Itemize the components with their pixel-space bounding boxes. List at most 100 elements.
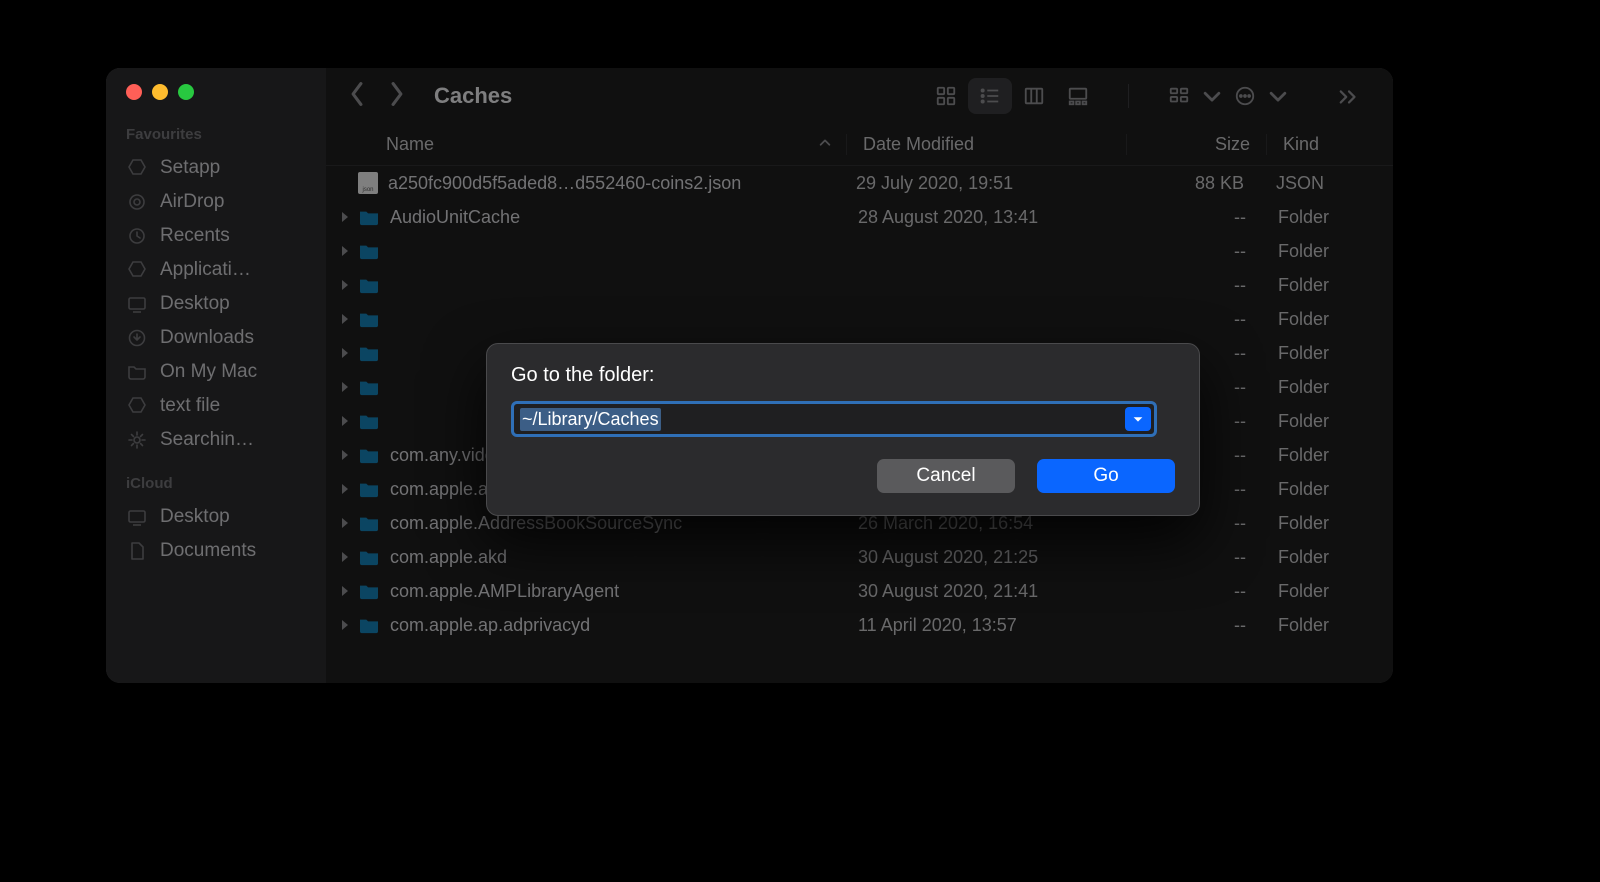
finder-window: Favourites SetappAirDropRecentsApplicati… <box>106 68 1393 683</box>
column-view-button[interactable] <box>1012 78 1056 114</box>
minimize-window-button[interactable] <box>152 84 168 100</box>
disclosure-triangle-icon[interactable] <box>340 479 354 500</box>
folder-icon <box>358 274 380 296</box>
folder-icon <box>358 240 380 262</box>
column-header-row: Name Date Modified Size Kind <box>326 124 1393 166</box>
column-header-kind[interactable]: Kind <box>1266 134 1369 155</box>
group-by-button[interactable] <box>1157 78 1201 114</box>
sidebar-item[interactable]: Recents <box>106 219 326 253</box>
disclosure-triangle-icon[interactable] <box>340 581 354 602</box>
disclosure-triangle-icon[interactable] <box>340 547 354 568</box>
row-name: AudioUnitCache <box>390 207 842 228</box>
row-date: 29 July 2020, 19:51 <box>840 173 1120 194</box>
disclosure-triangle-icon[interactable] <box>340 377 354 398</box>
group-by-chevron[interactable] <box>1201 78 1223 114</box>
row-size: -- <box>1122 615 1262 636</box>
folder-row[interactable]: AudioUnitCache28 August 2020, 13:41--Fol… <box>326 200 1393 234</box>
toolbar-overflow-button[interactable] <box>1327 78 1371 114</box>
gallery-view-button[interactable] <box>1056 78 1100 114</box>
row-name: a250fc900d5f5aded8…d552460-coins2.json <box>388 173 840 194</box>
folder-icon <box>358 546 380 568</box>
download-icon <box>126 327 148 349</box>
sidebar-item[interactable]: Downloads <box>106 321 326 355</box>
folder-row[interactable]: --Folder <box>326 234 1393 268</box>
disclosure-triangle-icon[interactable] <box>340 513 354 534</box>
document-icon <box>126 540 148 562</box>
forward-button[interactable] <box>388 81 406 112</box>
file-row[interactable]: a250fc900d5f5aded8…d552460-coins2.json29… <box>326 166 1393 200</box>
sidebar-item[interactable]: AirDrop <box>106 185 326 219</box>
sidebar-item-label: Desktop <box>160 293 230 315</box>
sidebar-item-label: Downloads <box>160 327 254 349</box>
app-icon <box>126 395 148 417</box>
folder-icon <box>358 376 380 398</box>
sidebar-item-label: Applicati… <box>160 259 251 281</box>
sidebar: Favourites SetappAirDropRecentsApplicati… <box>106 68 326 683</box>
dialog-title: Go to the folder: <box>511 364 1175 387</box>
row-size: -- <box>1122 207 1262 228</box>
folder-icon <box>126 361 148 383</box>
disclosure-triangle-icon[interactable] <box>340 411 354 432</box>
disclosure-triangle-icon[interactable] <box>340 309 354 330</box>
row-size: 88 KB <box>1120 173 1260 194</box>
json-file-icon <box>358 172 378 194</box>
folder-icon <box>358 206 380 228</box>
folder-row[interactable]: com.apple.ap.adprivacyd11 April 2020, 13… <box>326 608 1393 642</box>
folder-row[interactable]: --Folder <box>326 302 1393 336</box>
folder-icon <box>358 512 380 534</box>
go-to-folder-input[interactable]: ~/Library/Caches <box>511 401 1157 437</box>
desktop-icon <box>126 293 148 315</box>
sidebar-item[interactable]: Searchin… <box>106 423 326 457</box>
disclosure-triangle-icon[interactable] <box>340 207 354 228</box>
row-size: -- <box>1122 241 1262 262</box>
disclosure-triangle-icon[interactable] <box>340 343 354 364</box>
gear-icon <box>126 429 148 451</box>
sidebar-item-label: Setapp <box>160 157 220 179</box>
disclosure-triangle-icon[interactable] <box>340 445 354 466</box>
folder-row[interactable]: com.apple.akd30 August 2020, 21:25--Fold… <box>326 540 1393 574</box>
disclosure-triangle-icon[interactable] <box>340 241 354 262</box>
sidebar-item[interactable]: On My Mac <box>106 355 326 389</box>
folder-icon <box>358 580 380 602</box>
back-button[interactable] <box>348 81 366 112</box>
disclosure-triangle-icon[interactable] <box>340 275 354 296</box>
sidebar-item[interactable]: Documents <box>106 534 326 568</box>
zoom-window-button[interactable] <box>178 84 194 100</box>
row-name: com.apple.akd <box>390 547 842 568</box>
sidebar-item[interactable]: text file <box>106 389 326 423</box>
sidebar-item[interactable]: Setapp <box>106 151 326 185</box>
column-header-name[interactable]: Name <box>386 134 846 155</box>
row-kind: Folder <box>1262 411 1369 432</box>
sidebar-item-label: Desktop <box>160 506 230 528</box>
folder-icon <box>358 478 380 500</box>
list-view-button[interactable] <box>968 78 1012 114</box>
app-icon <box>126 157 148 179</box>
folder-row[interactable]: --Folder <box>326 268 1393 302</box>
sidebar-item-label: text file <box>160 395 220 417</box>
action-menu-button[interactable] <box>1223 78 1267 114</box>
row-kind: Folder <box>1262 275 1369 296</box>
row-date: 30 August 2020, 21:25 <box>842 547 1122 568</box>
row-kind: Folder <box>1262 309 1369 330</box>
folder-row[interactable]: com.apple.AMPLibraryAgent30 August 2020,… <box>326 574 1393 608</box>
icon-view-button[interactable] <box>924 78 968 114</box>
sidebar-item[interactable]: Desktop <box>106 287 326 321</box>
go-to-folder-input-value: ~/Library/Caches <box>520 408 661 431</box>
cancel-button[interactable]: Cancel <box>877 459 1015 493</box>
toolbar: Caches <box>326 68 1393 124</box>
go-button[interactable]: Go <box>1037 459 1175 493</box>
close-window-button[interactable] <box>126 84 142 100</box>
path-history-dropdown-button[interactable] <box>1125 407 1151 431</box>
row-kind: Folder <box>1262 445 1369 466</box>
action-menu-chevron[interactable] <box>1267 78 1289 114</box>
view-switcher <box>924 78 1100 114</box>
sidebar-item[interactable]: Desktop <box>106 500 326 534</box>
sidebar-item[interactable]: Applicati… <box>106 253 326 287</box>
row-size: -- <box>1122 309 1262 330</box>
disclosure-triangle-icon[interactable] <box>340 615 354 636</box>
row-date: 30 August 2020, 21:41 <box>842 581 1122 602</box>
column-header-size[interactable]: Size <box>1126 134 1266 155</box>
row-kind: Folder <box>1262 377 1369 398</box>
column-header-date[interactable]: Date Modified <box>846 134 1126 155</box>
row-kind: Folder <box>1262 207 1369 228</box>
